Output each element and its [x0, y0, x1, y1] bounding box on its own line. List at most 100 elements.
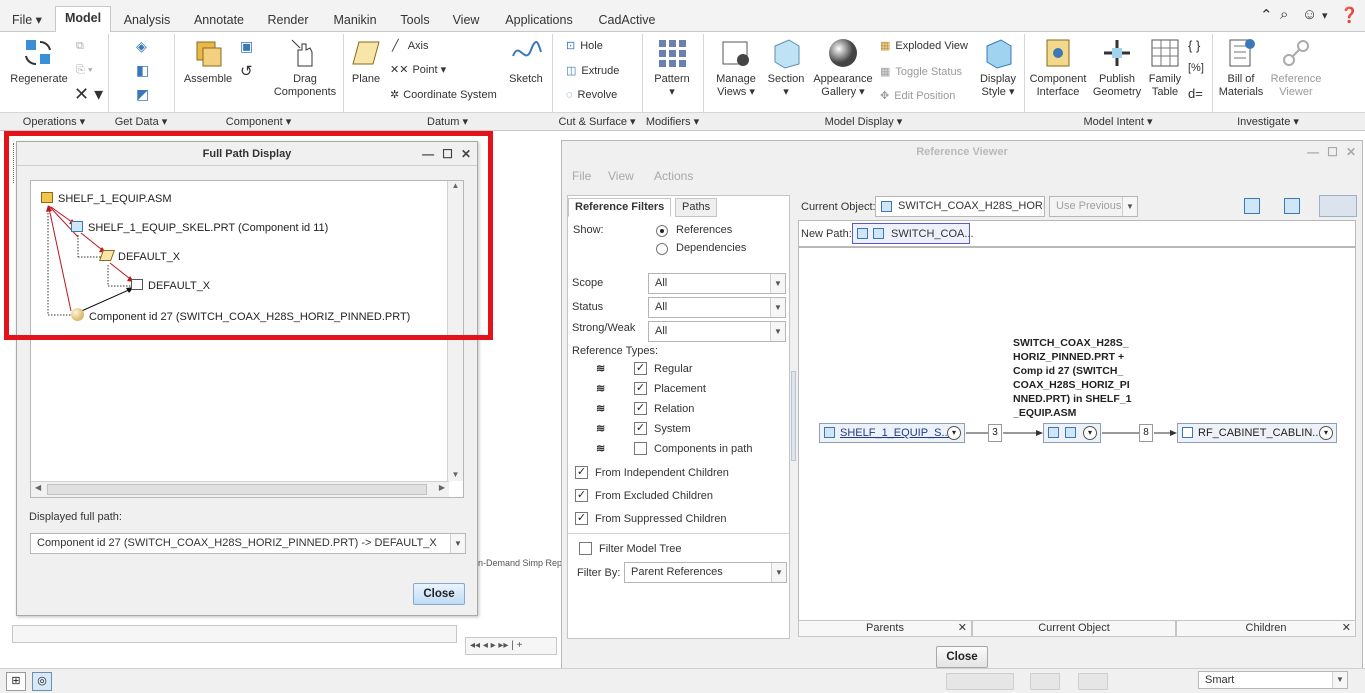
show-children-icon[interactable]	[1284, 198, 1300, 214]
dropdown-icon[interactable]: ▾	[1322, 9, 1328, 22]
full-path-close-button[interactable]: Close	[413, 583, 465, 605]
copy-icon[interactable]: ⧉	[76, 40, 84, 53]
minimize-icon[interactable]: —	[1307, 145, 1319, 159]
assemble-button[interactable]: Assemble	[180, 36, 236, 86]
search-icon[interactable]: ⌕	[1280, 6, 1288, 23]
shrinkwrap-icon[interactable]: ◩	[136, 86, 149, 103]
checkbox-components-in-path[interactable]	[634, 442, 647, 455]
checkbox-from-excluded[interactable]: ✓	[575, 489, 588, 502]
community-icon[interactable]: ☺	[1302, 6, 1317, 23]
checkbox-system[interactable]: ✓	[634, 422, 647, 435]
scope-dropdown[interactable]: All ▼	[648, 273, 786, 294]
group-operations[interactable]: Operations ▾	[0, 115, 108, 128]
selection-mode-icon[interactable]	[1078, 673, 1108, 690]
family-table-button[interactable]: Family Table	[1146, 36, 1184, 99]
browser-toggle-icon[interactable]: ◎	[32, 672, 52, 691]
group-investigate[interactable]: Investigate ▾	[1212, 115, 1324, 128]
close-icon[interactable]: ✕	[1342, 621, 1351, 636]
chevron-down-icon[interactable]: ▼	[770, 274, 785, 293]
close-icon[interactable]: ✕	[958, 621, 967, 636]
tab-analysis[interactable]: Analysis	[113, 8, 181, 32]
maximize-icon[interactable]: ☐	[1327, 145, 1338, 159]
axis-button[interactable]: ╱ Axis	[392, 39, 428, 52]
checkbox-relation[interactable]: ✓	[634, 402, 647, 415]
sketch-button[interactable]: Sketch	[504, 36, 548, 86]
chevron-down-icon[interactable]: ▼	[770, 298, 785, 317]
chevron-down-icon[interactable]: ▼	[770, 322, 785, 341]
group-model-display[interactable]: Model Display ▾	[703, 115, 1024, 128]
display-style-button[interactable]: Display Style ▾	[976, 36, 1020, 99]
plane-button[interactable]: Plane	[346, 36, 386, 86]
edit-position-button[interactable]: ✥ Edit Position	[880, 89, 955, 102]
model-tree-toggle-icon[interactable]: ⊞	[6, 672, 26, 691]
selection-filter-icon[interactable]	[1030, 673, 1060, 690]
switch-dimensions-icon[interactable]: d=	[1188, 86, 1203, 101]
delete-icon[interactable]: ✕ ▾	[74, 84, 103, 105]
close-icon[interactable]: ✕	[1346, 145, 1356, 159]
chevron-down-icon[interactable]: ▼	[450, 534, 465, 553]
component-interface-button[interactable]: Component Interface	[1028, 36, 1088, 99]
tab-paths[interactable]: Paths	[675, 198, 718, 217]
bill-of-materials-button[interactable]: Bill of Materials	[1214, 36, 1268, 99]
group-component[interactable]: Component ▾	[174, 115, 343, 128]
sheet-nav[interactable]: ◂◂ ◂ ▸ ▸▸ | +	[465, 637, 557, 655]
show-both-icon[interactable]	[1319, 195, 1357, 217]
chevron-down-icon[interactable]: ▼	[771, 563, 786, 582]
tab-reference-filters[interactable]: Reference Filters	[568, 198, 672, 217]
regenerate-button[interactable]: Regenerate	[6, 36, 72, 86]
reference-graph[interactable]: SWITCH_COAX_H28S_ HORIZ_PINNED.PRT + Com…	[798, 247, 1356, 621]
section-button[interactable]: Section ▾	[764, 36, 808, 99]
group-cut-surface[interactable]: Cut & Surface ▾	[552, 115, 642, 128]
tab-render[interactable]: Render	[257, 8, 319, 32]
tab-applications[interactable]: Applications	[494, 8, 584, 32]
radio-dependencies[interactable]	[656, 243, 668, 255]
reference-viewer-close-button[interactable]: Close	[936, 646, 988, 668]
repeat-icon[interactable]: ↺	[240, 62, 253, 80]
group-get-data[interactable]: Get Data ▾	[108, 115, 174, 128]
tab-cadactive[interactable]: CadActive	[588, 8, 666, 32]
parameters-icon[interactable]: [%]	[1188, 62, 1204, 74]
use-previous-dropdown[interactable]: Use Previous ▼	[1049, 196, 1138, 217]
exploded-view-button[interactable]: ▦ Exploded View	[880, 39, 968, 52]
status-dropdown[interactable]: All ▼	[648, 297, 786, 318]
new-path-node[interactable]: SWITCH_COA...	[852, 223, 974, 244]
chevron-down-icon[interactable]: ▼	[1122, 197, 1137, 216]
chevron-down-icon[interactable]: ▼	[1332, 672, 1347, 688]
drag-components-button[interactable]: Drag Components	[272, 36, 338, 99]
help-icon[interactable]: ❓	[1340, 6, 1359, 24]
tab-manikin[interactable]: Manikin	[322, 8, 388, 32]
revolve-button[interactable]: ◌ Revolve	[566, 89, 617, 101]
checkbox-from-suppressed[interactable]: ✓	[575, 512, 588, 525]
appearance-gallery-button[interactable]: Appearance Gallery ▾	[810, 36, 876, 99]
checkbox-filter-model-tree[interactable]	[579, 542, 592, 555]
show-parents-icon[interactable]	[1244, 198, 1260, 214]
menu-actions[interactable]: Actions	[654, 169, 693, 183]
model-tree-scrollbar[interactable]	[12, 625, 457, 643]
tab-tools[interactable]: Tools	[391, 8, 439, 32]
paste-icon[interactable]: ⎘ ▾	[76, 64, 92, 77]
menu-view[interactable]: View	[608, 169, 634, 183]
filter-by-dropdown[interactable]: Parent References ▼	[624, 562, 787, 583]
checkbox-from-independent[interactable]: ✓	[575, 466, 588, 479]
group-model-intent[interactable]: Model Intent ▾	[1024, 115, 1212, 128]
extrude-button[interactable]: ◫ Extrude	[566, 64, 619, 77]
tab-file[interactable]: File ▾	[4, 8, 50, 32]
chevron-up-icon[interactable]: ⌃	[1260, 6, 1273, 24]
tab-model[interactable]: Model	[55, 6, 111, 33]
copy-geometry-icon[interactable]: ◧	[136, 62, 149, 79]
menu-file[interactable]: File	[572, 169, 591, 183]
checkbox-regular[interactable]: ✓	[634, 362, 647, 375]
point-button[interactable]: ✕✕ Point ▾	[390, 63, 446, 76]
hole-button[interactable]: ⊡ Hole	[566, 39, 603, 52]
tab-annotate[interactable]: Annotate	[184, 8, 254, 32]
package-icon[interactable]: ▣	[240, 38, 253, 55]
pattern-button[interactable]: Pattern ▾	[648, 36, 696, 99]
group-datum[interactable]: Datum ▾	[343, 115, 552, 128]
tab-view[interactable]: View	[442, 8, 490, 32]
coordinate-system-button[interactable]: ✲ Coordinate System	[390, 88, 497, 101]
panel-splitter[interactable]	[791, 371, 796, 461]
radio-references[interactable]	[656, 225, 668, 237]
manage-views-button[interactable]: Manage Views ▾	[710, 36, 762, 99]
tree-horizontal-scrollbar[interactable]: ◀ ▶	[31, 481, 449, 497]
toggle-status-button[interactable]: ▦ Toggle Status	[880, 65, 962, 78]
